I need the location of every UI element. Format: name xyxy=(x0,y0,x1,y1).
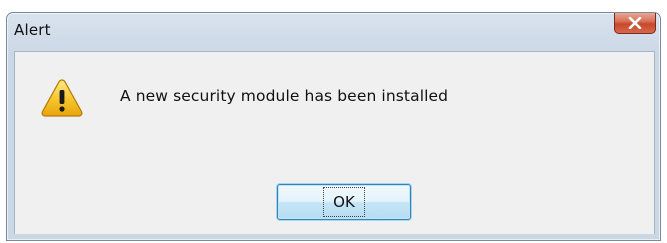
window-title: Alert xyxy=(14,21,51,39)
alert-message: A new security module has been installed xyxy=(120,87,449,105)
alert-dialog: Alert A new security module has been ins… xyxy=(6,12,661,241)
close-button[interactable] xyxy=(614,13,656,34)
dialog-content: A new security module has been installed… xyxy=(14,51,655,234)
ok-button[interactable]: OK xyxy=(277,184,411,220)
close-icon xyxy=(628,17,642,29)
ok-button-label: OK xyxy=(323,187,365,217)
warning-icon xyxy=(41,79,83,117)
